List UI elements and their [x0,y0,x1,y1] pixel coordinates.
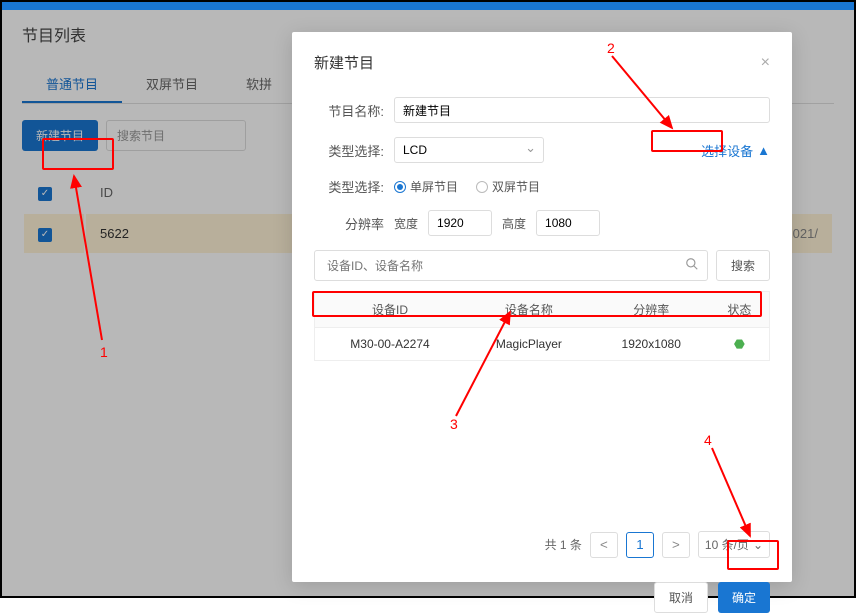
label-width: 宽度 [394,215,418,232]
radio-single[interactable]: 单屏节目 [394,178,458,195]
search-icon[interactable] [685,257,699,274]
pager-total: 共 1 条 [545,536,582,553]
label-height: 高度 [502,215,526,232]
select-device-label: 选择设备 [701,141,753,160]
device-search-input[interactable] [323,253,685,279]
modal-new-program: 新建节目 × 节目名称: 类型选择: LCD 选择设备 ▲ 类型选择: 单屏节目 [292,32,792,582]
dth-name: 设备名称 [465,292,593,328]
dcell-name: MagicPlayer [465,328,593,361]
chevron-down-icon: ⌄ [753,538,763,552]
dth-res: 分辨率 [593,292,710,328]
modal-title: 新建节目 [314,52,374,73]
device-table: 设备ID 设备名称 分辨率 状态 M30-00-A2274 MagicPlaye… [314,291,770,361]
dth-status: 状态 [710,292,770,328]
program-name-input[interactable] [394,97,770,123]
radio-double[interactable]: 双屏节目 [476,178,540,195]
height-input[interactable] [536,210,600,236]
top-accent-bar [2,2,854,10]
type-select[interactable]: LCD [394,137,544,163]
status-online-icon: ⬣ [710,328,770,361]
close-icon[interactable]: × [761,54,770,72]
pager-next[interactable]: > [662,532,690,558]
caret-up-icon: ▲ [757,143,770,158]
pager: 共 1 条 < 1 > 10 条/页 ⌄ [314,531,770,558]
dcell-res: 1920x1080 [593,328,710,361]
screen-type-radios: 单屏节目 双屏节目 [394,178,540,195]
select-device-link[interactable]: 选择设备 ▲ [701,141,770,160]
width-input[interactable] [428,210,492,236]
pager-current[interactable]: 1 [626,532,654,558]
label-resolution: 分辨率 [314,214,384,233]
radio-dot-unchecked [476,181,488,193]
device-row[interactable]: M30-00-A2274 MagicPlayer 1920x1080 ⬣ [315,328,770,361]
dcell-id: M30-00-A2274 [315,328,465,361]
page-size-select[interactable]: 10 条/页 ⌄ [698,531,770,558]
device-search-box [314,250,708,281]
device-search-button[interactable]: 搜索 [716,250,770,281]
radio-dot-checked [394,181,406,193]
dth-id: 设备ID [315,292,465,328]
pager-prev[interactable]: < [590,532,618,558]
label-name: 节目名称: [314,101,384,120]
label-type: 类型选择: [314,141,384,160]
label-type2: 类型选择: [314,177,384,196]
